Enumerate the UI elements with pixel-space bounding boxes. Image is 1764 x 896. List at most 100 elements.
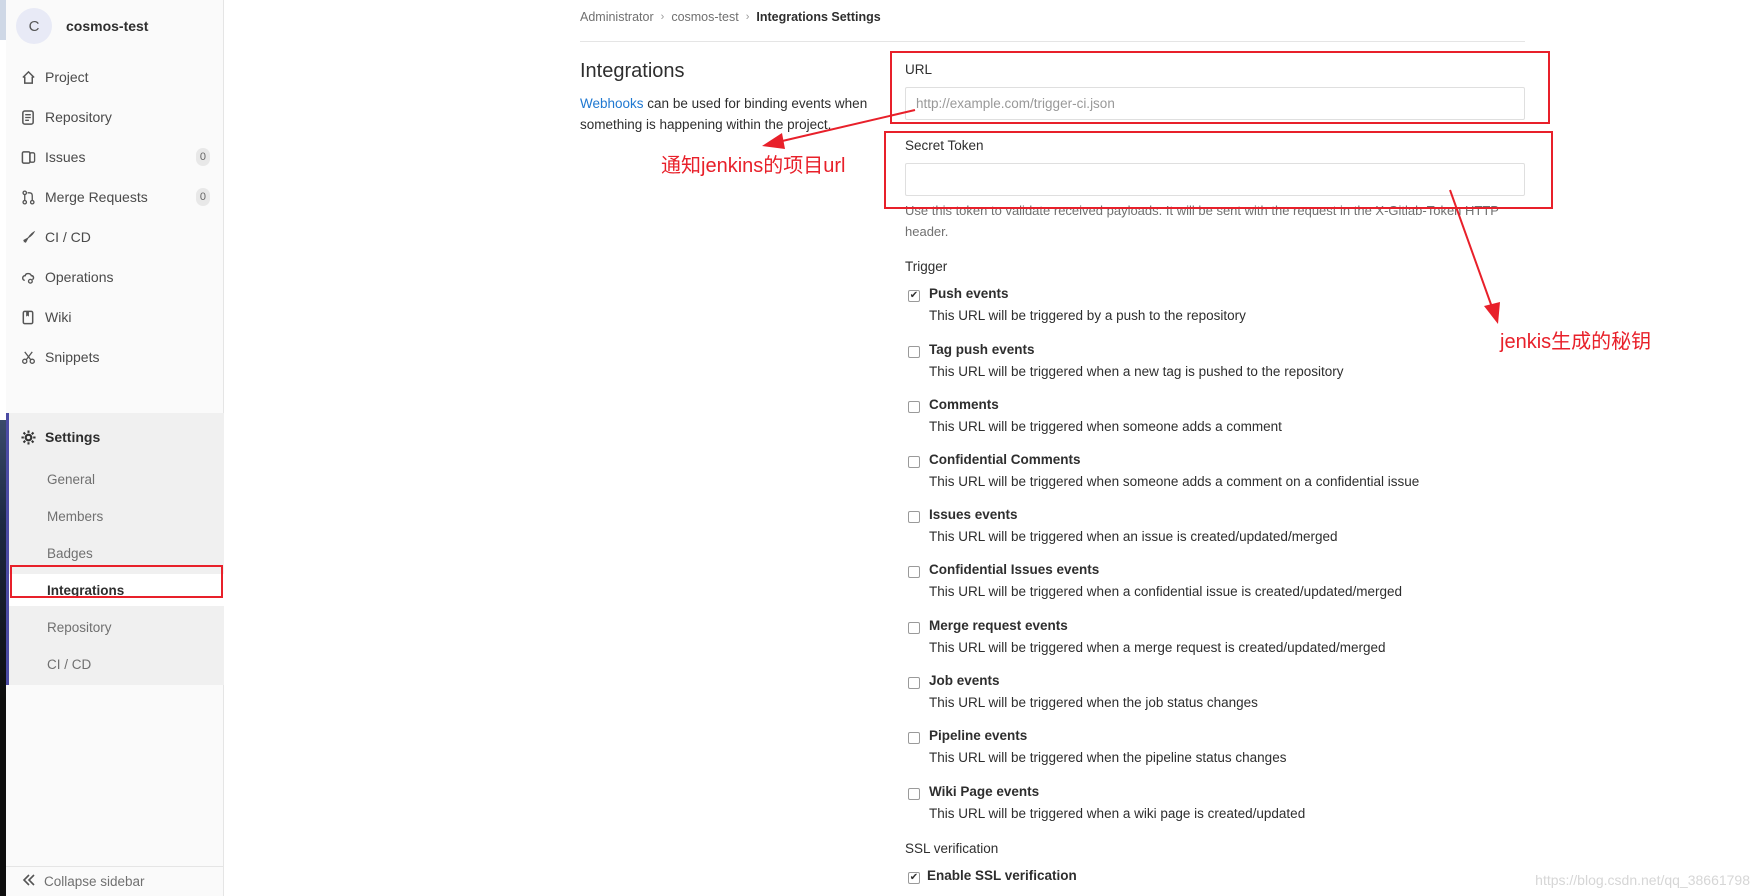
trigger-confidential-issues-events: Confidential Issues events This URL will… <box>905 562 1525 604</box>
chevron-right-icon: › <box>660 11 665 23</box>
trigger-name[interactable]: Comments <box>929 397 999 412</box>
sidebar-item-merge-requests[interactable]: Merge Requests 0 <box>6 177 224 217</box>
settings-subitem-ci-cd[interactable]: CI / CD <box>9 648 224 680</box>
trigger-description: This URL will be triggered when someone … <box>929 419 1282 434</box>
gear-icon <box>20 429 36 445</box>
trigger-description: This URL will be triggered when someone … <box>929 474 1420 489</box>
settings-group: Settings General Members Badges Integrat… <box>6 413 224 685</box>
breadcrumb: Administrator › cosmos-test › Integratio… <box>580 10 881 24</box>
token-annotation-box <box>884 131 1553 209</box>
trigger-description: This URL will be triggered when a merge … <box>929 640 1386 655</box>
settings-subitem-repository[interactable]: Repository <box>9 611 224 643</box>
webhooks-link[interactable]: Webhooks <box>580 96 644 111</box>
push-events-checkbox[interactable]: ✔ <box>908 290 920 302</box>
sidebar-item-wiki[interactable]: Wiki <box>6 297 224 337</box>
pipeline-events-checkbox[interactable] <box>908 732 920 744</box>
sidebar-item-label: CI / CD <box>45 229 91 245</box>
breadcrumb-divider <box>580 41 1525 42</box>
project-name[interactable]: cosmos-test <box>66 18 148 34</box>
sidebar-item-label: Issues <box>45 149 86 165</box>
document-icon <box>20 109 36 125</box>
trigger-name[interactable]: Confidential Comments <box>929 452 1081 467</box>
trigger-confidential-comments: Confidential Comments This URL will be t… <box>905 452 1525 494</box>
issues-events-checkbox[interactable] <box>908 511 920 523</box>
sidebar-item-label: Project <box>45 69 89 85</box>
sidebar-item-label: Merge Requests <box>45 189 148 205</box>
url-annotation-box <box>890 51 1550 124</box>
collapse-sidebar-button[interactable]: Collapse sidebar <box>6 866 224 896</box>
enable-ssl-verification-checkbox[interactable]: ✔ <box>908 872 920 884</box>
ssl-option-label[interactable]: Enable SSL verification <box>927 868 1077 883</box>
settings-subitem-general[interactable]: General <box>9 463 224 495</box>
url-annotation-text: 通知jenkins的项目url <box>661 155 846 177</box>
sidebar-item-repository[interactable]: Repository <box>6 97 224 137</box>
trigger-name[interactable]: Pipeline events <box>929 728 1027 743</box>
trigger-wiki-page-events: Wiki Page events This URL will be trigge… <box>905 784 1525 826</box>
sidebar-item-issues[interactable]: Issues 0 <box>6 137 224 177</box>
trigger-description: This URL will be triggered when the pipe… <box>929 750 1287 765</box>
trigger-description: This URL will be triggered when the job … <box>929 695 1258 710</box>
integrations-annotation-box <box>10 565 223 598</box>
breadcrumb-item-administrator[interactable]: Administrator <box>580 10 654 24</box>
project-avatar[interactable]: C <box>16 8 52 44</box>
sidebar-item-snippets[interactable]: Snippets <box>6 337 224 377</box>
merge-request-icon <box>20 189 36 205</box>
trigger-description: This URL will be triggered when a wiki p… <box>929 806 1306 821</box>
trigger-name[interactable]: Issues events <box>929 507 1018 522</box>
trigger-push-events: ✔ Push events This URL will be triggered… <box>905 286 1525 328</box>
trigger-merge-request-events: Merge request events This URL will be tr… <box>905 618 1525 660</box>
comments-checkbox[interactable] <box>908 401 920 413</box>
section-description: Webhooks can be used for binding events … <box>580 93 880 135</box>
watermark: https://blog.csdn.net/qq_38661798 <box>1535 872 1750 888</box>
scissors-icon <box>20 349 36 365</box>
confidential-comments-checkbox[interactable] <box>908 456 920 468</box>
sidebar-item-label: Wiki <box>45 309 72 325</box>
sidebar: C cosmos-test Project Repository Issues … <box>6 0 224 896</box>
collapse-sidebar-label: Collapse sidebar <box>44 874 145 889</box>
trigger-name[interactable]: Tag push events <box>929 342 1035 357</box>
sidebar-item-label: Settings <box>45 429 101 445</box>
chevron-right-icon: › <box>745 11 750 23</box>
sidebar-item-label: Snippets <box>45 349 100 365</box>
settings-subitem-members[interactable]: Members <box>9 500 224 532</box>
merge-request-events-checkbox[interactable] <box>908 622 920 634</box>
breadcrumb-item-project[interactable]: cosmos-test <box>671 10 738 24</box>
trigger-label: Trigger <box>905 259 948 274</box>
trigger-name[interactable]: Wiki Page events <box>929 784 1039 799</box>
book-icon <box>20 309 36 325</box>
cloud-gear-icon <box>20 269 36 285</box>
sidebar-item-ci-cd[interactable]: CI / CD <box>6 217 224 257</box>
trigger-name[interactable]: Merge request events <box>929 618 1068 633</box>
trigger-pipeline-events: Pipeline events This URL will be trigger… <box>905 728 1525 770</box>
sidebar-item-operations[interactable]: Operations <box>6 257 224 297</box>
trigger-comments: Comments This URL will be triggered when… <box>905 397 1525 439</box>
ssl-verification-label: SSL verification <box>905 841 999 856</box>
trigger-name[interactable]: Job events <box>929 673 1000 688</box>
trigger-description: This URL will be triggered when a confid… <box>929 584 1403 599</box>
token-annotation-text: jenkis生成的秘钥 <box>1500 331 1652 353</box>
sidebar-item-label: Operations <box>45 269 114 285</box>
breadcrumb-item-current[interactable]: Integrations Settings <box>756 10 880 24</box>
trigger-tag-push-events: Tag push events This URL will be trigger… <box>905 342 1525 384</box>
trigger-description: This URL will be triggered when a new ta… <box>929 364 1344 379</box>
sidebar-item-settings[interactable]: Settings <box>9 417 224 457</box>
trigger-issues-events: Issues events This URL will be triggered… <box>905 507 1525 549</box>
sidebar-item-label: Repository <box>45 109 112 125</box>
page-title: Integrations <box>580 60 685 82</box>
job-events-checkbox[interactable] <box>908 677 920 689</box>
trigger-description: This URL will be triggered when an issue… <box>929 529 1338 544</box>
project-header[interactable]: C cosmos-test <box>16 6 148 46</box>
tag-push-events-checkbox[interactable] <box>908 346 920 358</box>
trigger-name[interactable]: Confidential Issues events <box>929 562 1099 577</box>
issues-icon <box>20 149 36 165</box>
confidential-issues-events-checkbox[interactable] <box>908 566 920 578</box>
trigger-name[interactable]: Push events <box>929 286 1009 301</box>
sidebar-item-project[interactable]: Project <box>6 57 224 97</box>
merge-requests-count-badge: 0 <box>195 188 210 206</box>
home-icon <box>20 69 36 85</box>
trigger-description: This URL will be triggered by a push to … <box>929 308 1246 323</box>
issues-count-badge: 0 <box>195 148 210 166</box>
wiki-page-events-checkbox[interactable] <box>908 788 920 800</box>
double-chevron-left-icon <box>22 874 36 889</box>
trigger-job-events: Job events This URL will be triggered wh… <box>905 673 1525 715</box>
